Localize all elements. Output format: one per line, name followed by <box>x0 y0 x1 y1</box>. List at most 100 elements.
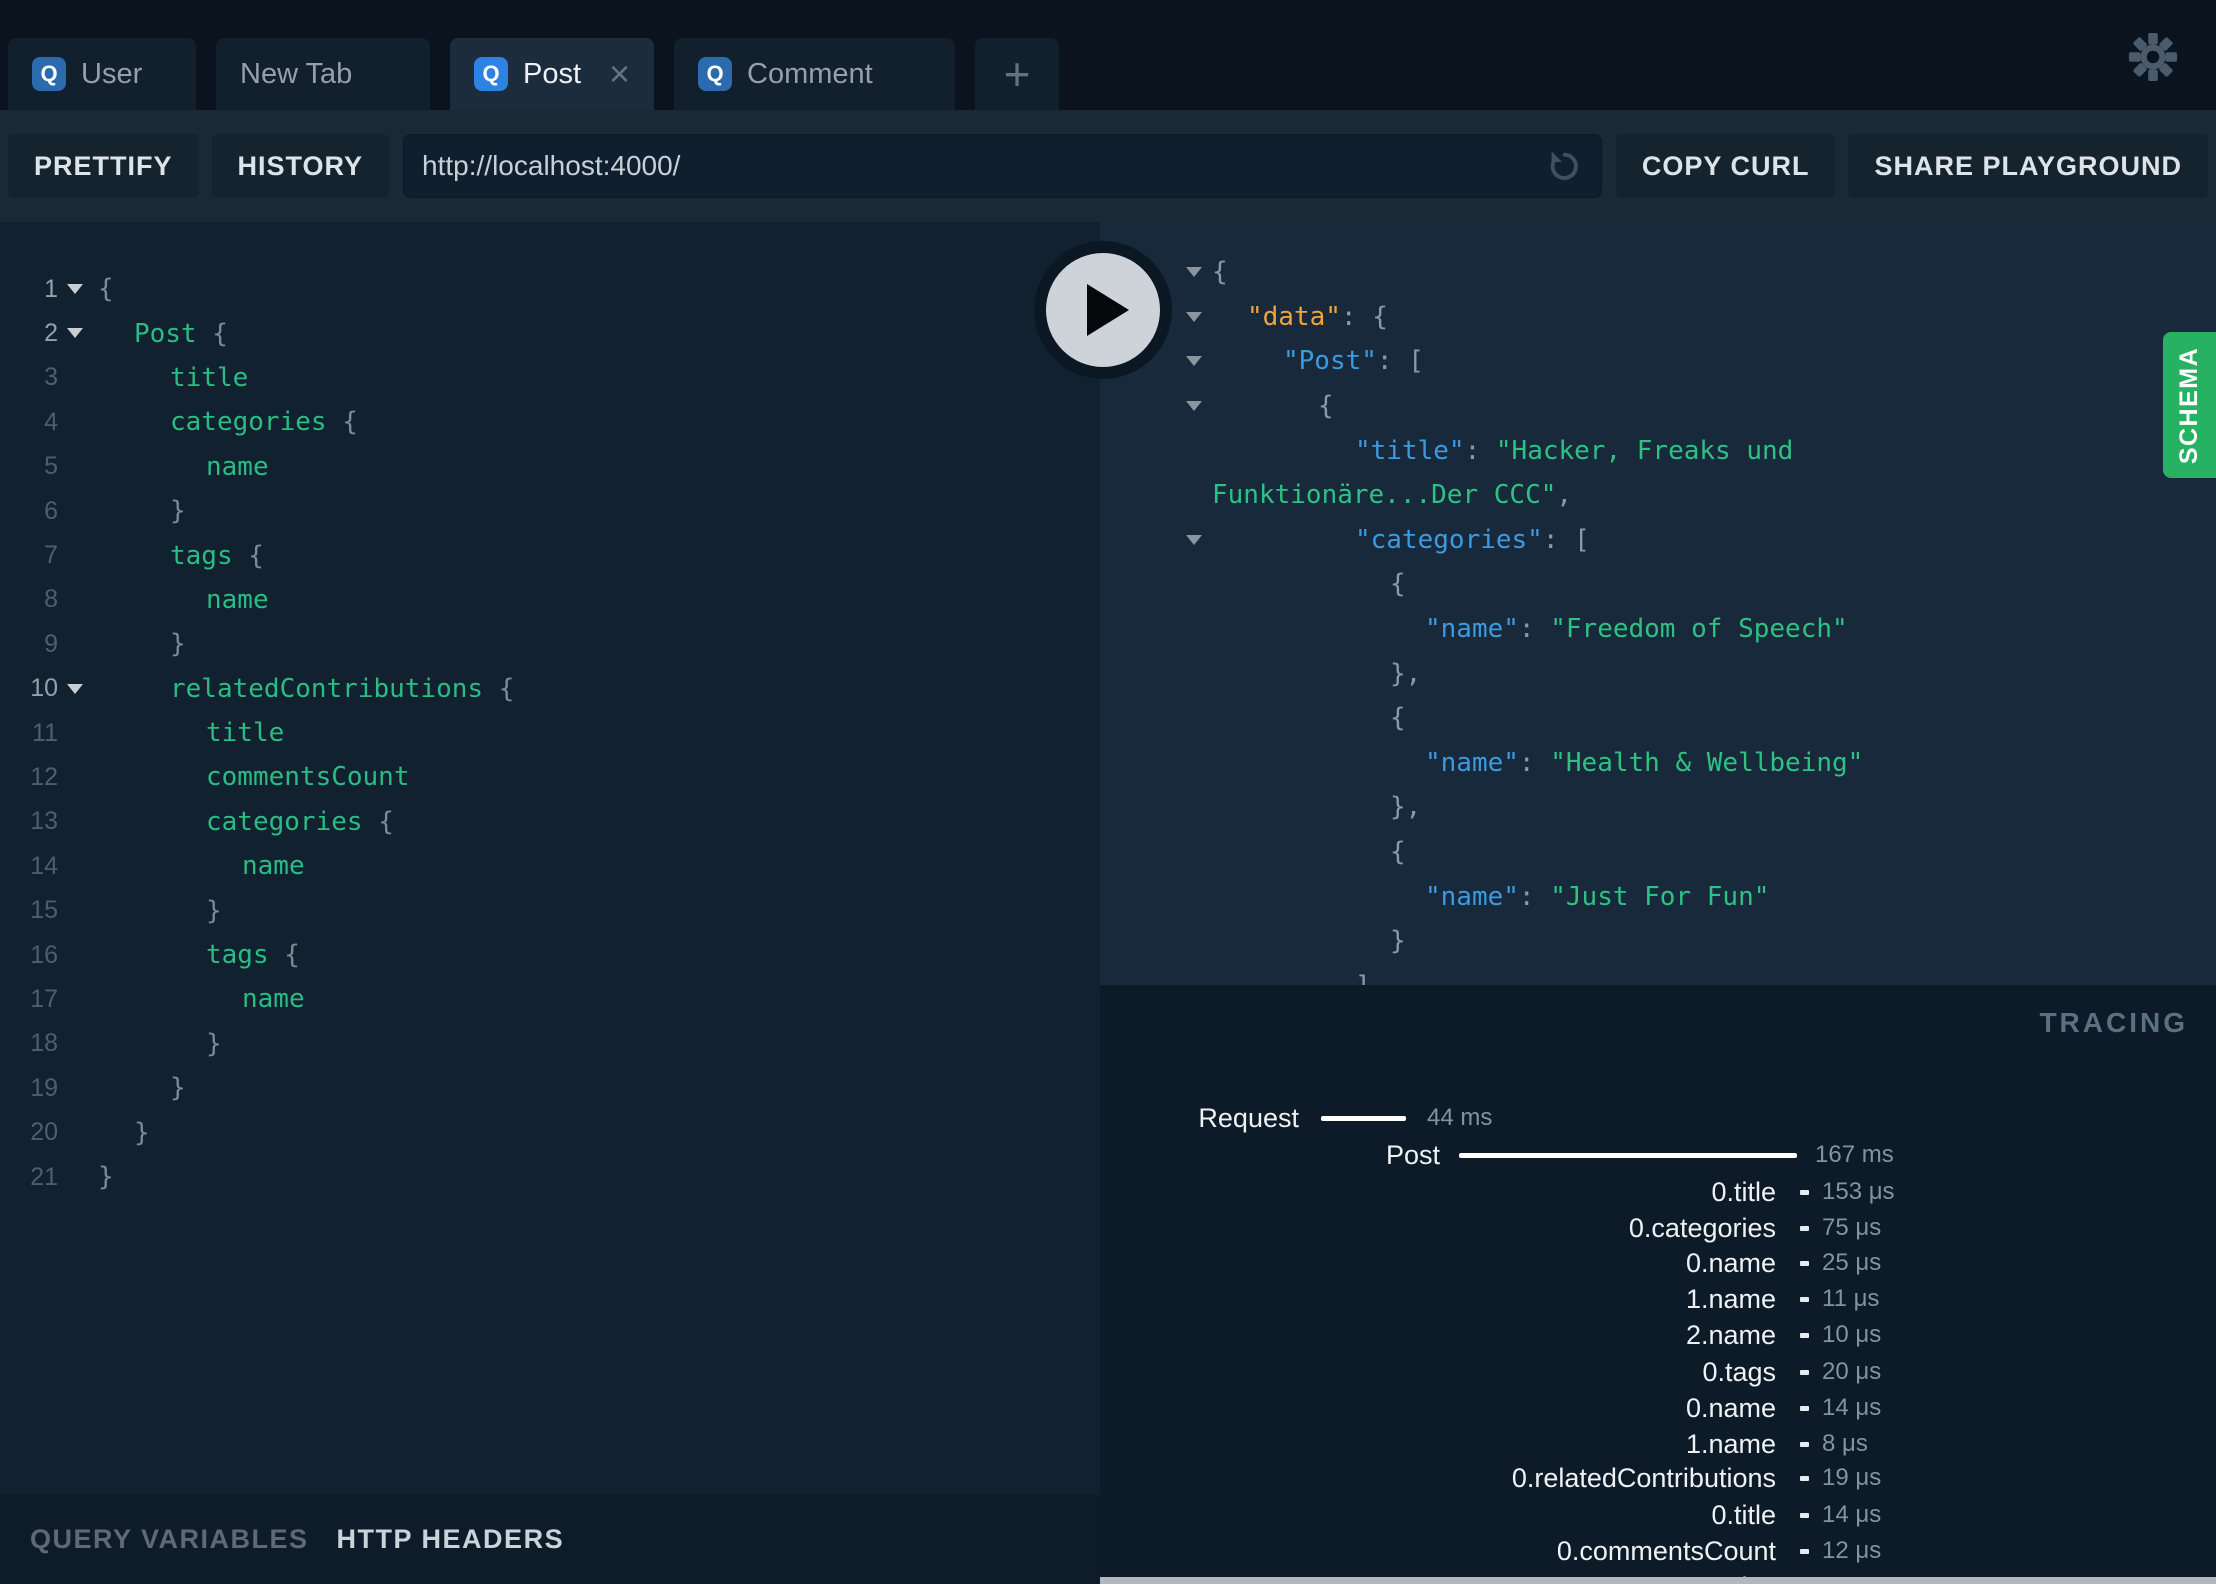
code-token: "data" <box>1247 301 1341 332</box>
fold-gutter <box>58 267 98 311</box>
editor-code: } <box>170 629 186 659</box>
tracing-duration-value: 44 ms <box>1427 1104 1493 1131</box>
code-token: tags <box>170 540 233 571</box>
code-token: name <box>242 984 305 1015</box>
editor-line: 9} <box>0 622 1100 666</box>
share-playground-button[interactable]: SHARE PLAYGROUND <box>1848 134 2208 198</box>
http-headers-tab[interactable]: HTTP HEADERS <box>337 1524 565 1555</box>
tracing-row-label: 0.tags <box>1702 1357 1776 1387</box>
editor-line: 13 categories { <box>0 800 1100 844</box>
line-number: 19 <box>30 1073 58 1102</box>
line-number: 20 <box>30 1118 58 1147</box>
tracing-duration-bar <box>1459 1153 1797 1158</box>
horizontal-scrollbar[interactable] <box>1100 1577 2216 1584</box>
fold-arrow-icon[interactable] <box>67 328 83 339</box>
endpoint-url-bar[interactable] <box>403 134 1602 198</box>
tracing-duration-dash <box>1800 1261 1809 1266</box>
fold-gutter <box>58 977 98 1021</box>
code-token: { <box>1390 569 1406 600</box>
code-token: Funktionäre...Der CCC" <box>1212 480 1557 511</box>
code-token: name <box>206 584 269 615</box>
collapse-arrow-icon[interactable] <box>1186 400 1202 411</box>
collapse-arrow-icon[interactable] <box>1186 356 1202 367</box>
editor-line: 20} <box>0 1110 1100 1154</box>
editor-code: name <box>242 984 305 1014</box>
close-icon[interactable]: × <box>599 56 630 92</box>
response-code: "title": "Hacker, Freaks und <box>1100 436 1793 466</box>
code-token: }, <box>1390 792 1422 823</box>
line-number: 13 <box>30 807 58 836</box>
tracing-title[interactable]: TRACING <box>2039 1007 2188 1039</box>
code-token: } <box>170 629 186 660</box>
endpoint-url-input[interactable] <box>422 150 1543 182</box>
response-row: { <box>1100 696 2216 741</box>
editor-line: 3 title <box>0 356 1100 400</box>
schema-side-tab[interactable]: SCHEMA <box>2163 332 2216 478</box>
tracing-duration-dash <box>1800 1297 1809 1302</box>
response-row: { <box>1100 830 2216 875</box>
query-type-badge: Q <box>32 57 66 91</box>
code-token: "Just For Fun" <box>1550 881 1770 912</box>
fold-gutter <box>58 1066 98 1110</box>
editor-line: 19} <box>0 1066 1100 1110</box>
history-button[interactable]: HISTORY <box>211 134 390 198</box>
code-token: { <box>196 318 228 349</box>
line-number: 6 <box>44 496 58 525</box>
line-number: 15 <box>30 896 58 925</box>
prettify-button[interactable]: PRETTIFY <box>8 134 199 198</box>
tab-comment[interactable]: Q Comment <box>674 38 955 110</box>
editor-line: 4 categories { <box>0 400 1100 444</box>
code-token: , <box>1556 480 1573 511</box>
tracing-duration-dash <box>1800 1442 1809 1447</box>
tracing-duration-value: 153 μs <box>1822 1178 1895 1205</box>
tab-new-tab[interactable]: New Tab <box>216 38 430 110</box>
editor-line: 18} <box>0 1022 1100 1066</box>
code-token: "Hacker, Freaks und <box>1495 435 1794 466</box>
response-viewer[interactable]: {"data": {"Post": [{"title": "Hacker, Fr… <box>1100 222 2216 985</box>
tracing-duration-dash <box>1800 1333 1809 1338</box>
tab-post[interactable]: Q Post × <box>450 38 654 110</box>
collapse-arrow-icon[interactable] <box>1186 534 1202 545</box>
code-token: name <box>206 451 269 482</box>
fold-gutter <box>58 311 98 355</box>
line-number: 21 <box>30 1162 58 1191</box>
query-variables-tab[interactable]: QUERY VARIABLES <box>30 1524 309 1555</box>
line-number: 14 <box>30 851 58 880</box>
code-token: "Freedom of Speech" <box>1550 614 1848 645</box>
code-token: : <box>1518 747 1551 778</box>
response-code: } <box>1100 926 1406 956</box>
collapse-arrow-icon[interactable] <box>1186 267 1202 277</box>
code-token: categories <box>170 407 327 438</box>
response-row: ] <box>1100 964 2216 985</box>
code-token: { <box>362 806 394 837</box>
editor-code: commentsCount <box>206 762 410 792</box>
code-token: : <box>1518 881 1551 912</box>
fold-arrow-icon[interactable] <box>67 683 83 694</box>
editor-code: } <box>170 496 186 526</box>
copy-curl-button[interactable]: COPY CURL <box>1615 134 1836 198</box>
tracing-row-label: 2.name <box>1685 1320 1776 1350</box>
fold-arrow-icon[interactable] <box>67 284 83 294</box>
tracing-row-label: Request <box>1198 1103 1299 1133</box>
fold-gutter <box>58 622 98 666</box>
collapse-arrow-icon[interactable] <box>1186 311 1202 322</box>
query-editor[interactable]: 1{2 Post {3 title 4 categories {5 name 6} 7 tags… <box>0 222 1100 1495</box>
tab-user[interactable]: Q User <box>8 38 196 110</box>
fold-gutter <box>58 888 98 932</box>
query-type-badge: Q <box>698 57 732 91</box>
reload-schema-icon[interactable] <box>1543 146 1583 186</box>
tracing-duration-value: 10 μs <box>1822 1321 1882 1348</box>
add-tab-button[interactable]: + <box>975 38 1059 110</box>
tracing-duration-bar <box>1321 1116 1406 1121</box>
code-token: commentsCount <box>206 762 410 793</box>
execute-query-button[interactable] <box>1034 241 1172 379</box>
tracing-duration-dash <box>1800 1190 1809 1195</box>
code-token: { <box>1212 257 1228 288</box>
settings-gear-icon[interactable] <box>2128 32 2178 82</box>
response-code: "name": "Freedom of Speech" <box>1100 614 1848 644</box>
code-token: "name" <box>1425 614 1519 645</box>
fold-gutter <box>58 1155 98 1199</box>
response-row: "name": "Just For Fun" <box>1100 874 2216 919</box>
response-row: { <box>1100 562 2216 607</box>
editor-code: tags { <box>170 541 264 571</box>
